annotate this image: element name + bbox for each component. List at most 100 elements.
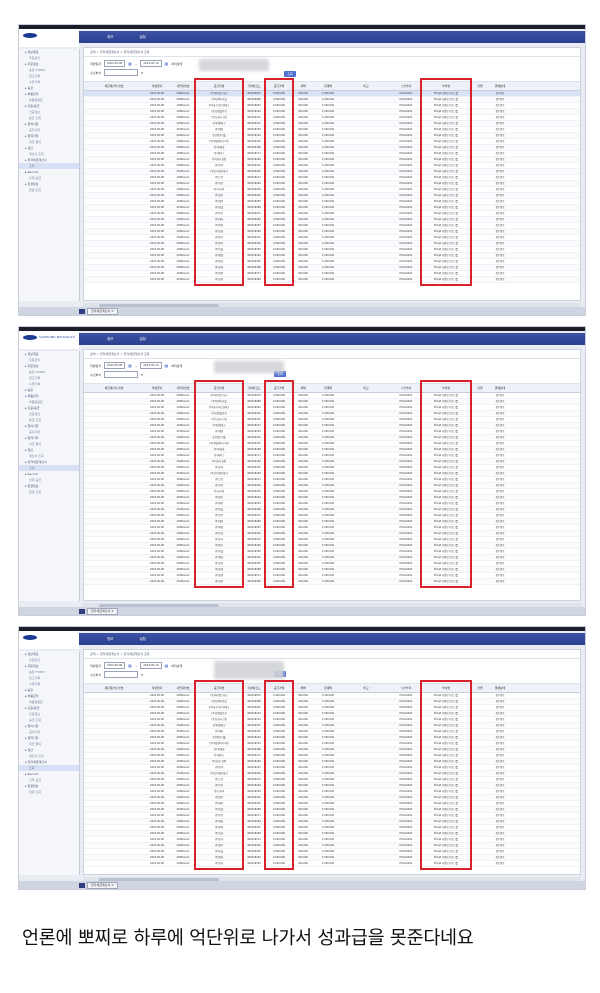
table-cell (470, 501, 490, 506)
column-header[interactable]: 수신부서 (390, 684, 422, 692)
tab-tax-invoice[interactable]: 전자세금계산서 ✕ (87, 881, 118, 889)
column-header[interactable]: 세금계산서 번호 (84, 82, 144, 90)
column-header[interactable]: 작성일자 (144, 684, 170, 692)
column-header[interactable]: 전결 (470, 384, 490, 392)
table-cell: 300016242 (247, 194, 261, 197)
column-header[interactable]: 전결 (470, 82, 490, 90)
menu-item-info[interactable]: 정보 (107, 35, 113, 40)
table-cell (84, 543, 144, 548)
column-header[interactable]: 수신부서 (390, 82, 422, 90)
table-cell: 2023-05-08 (150, 460, 164, 463)
column-header[interactable]: 사업자번호 (170, 82, 196, 90)
table-cell (342, 555, 390, 560)
table-cell (342, 109, 390, 114)
table-cell: HUG01401 (399, 706, 413, 709)
column-header[interactable]: 세액 (292, 82, 314, 90)
table-row[interactable]: 2023-05-08 3198xxxxx (주)금강 300016384 3,000,0… (84, 277, 580, 283)
table-cell: 300,000 (298, 502, 308, 505)
search-icon[interactable]: ⌕ (141, 372, 143, 377)
search-icon[interactable]: ⌕ (141, 70, 143, 75)
table-cell: 300016271 (247, 212, 261, 215)
table-cell: 3,300,000 (321, 448, 335, 451)
date-from-input[interactable]: 2023-05-08 (104, 60, 126, 67)
column-header[interactable]: 비고 (342, 82, 390, 90)
table-cell: 300016339 (247, 248, 261, 251)
table-cell (342, 501, 390, 506)
buyer-input[interactable] (104, 69, 139, 76)
table-cell: 300,000 (298, 104, 308, 107)
table-cell: 1098xxxxx (176, 454, 190, 457)
invoice-grid: 2023-05-08 2098xxxxx (주)케이랩스테크 300016070 3,0… (84, 393, 580, 585)
calendar-icon[interactable]: ▦ (165, 663, 169, 668)
date-from-input[interactable]: 2023-05-08 (104, 662, 126, 669)
table-cell (470, 579, 490, 584)
column-header[interactable]: 비고 (342, 384, 390, 392)
column-header[interactable]: 작성일자 (144, 82, 170, 90)
sidebar-item[interactable]: 환경 조회 (19, 187, 79, 193)
calendar-icon[interactable]: ▦ (165, 363, 169, 368)
tab-nav-icon[interactable] (79, 608, 85, 614)
table-cell: 3198xxxxx (176, 772, 190, 775)
column-header[interactable]: 사업자번호 (170, 384, 196, 392)
table-cell: 1098xxxxx (176, 862, 190, 865)
date-to-input[interactable]: 2023-05-10 (140, 662, 162, 669)
column-header[interactable]: 작성일자 (144, 384, 170, 392)
table-cell: 3,300,000 (321, 406, 335, 409)
table-cell (470, 495, 490, 500)
menu-item-settings[interactable]: 설정 (139, 35, 145, 40)
date-to-input[interactable]: 2023-05-10 (140, 60, 162, 67)
table-cell (470, 241, 490, 246)
date-from-input[interactable]: 2023-05-08 (104, 362, 126, 369)
column-header[interactable]: 합계액 (314, 384, 342, 392)
search-icon[interactable]: ⌕ (141, 672, 143, 677)
column-header[interactable]: 거래처코드 (242, 384, 266, 392)
table-cell: 3,300,000 (321, 742, 335, 745)
table-row[interactable]: 2023-05-08 1098xxxxx (주)진성 300016355 3,000,0… (84, 861, 580, 867)
calendar-icon[interactable]: ▦ (128, 61, 132, 66)
calendar-icon[interactable]: ▦ (128, 663, 132, 668)
column-header[interactable]: 합계액 (314, 82, 342, 90)
search-button[interactable]: 조회 (284, 71, 296, 77)
sidebar-item[interactable]: 환경 조회 (19, 489, 79, 495)
column-header[interactable]: 전결 (470, 684, 490, 692)
column-header[interactable]: 세액 (292, 684, 314, 692)
column-header[interactable]: 거래처코드 (242, 82, 266, 90)
table-cell: 300016200 (247, 772, 261, 775)
table-cell: 300,000 (298, 188, 308, 191)
column-header[interactable]: 결재상태 (490, 684, 510, 692)
table-cell (342, 789, 390, 794)
column-header[interactable]: 세금계산서 번호 (84, 684, 144, 692)
buyer-input[interactable] (104, 371, 139, 378)
table-cell (84, 735, 144, 740)
column-header[interactable]: 수신부서 (390, 384, 422, 392)
menu-item-info[interactable]: 정보 (107, 637, 113, 642)
sidebar-item[interactable]: 환경 조회 (19, 789, 79, 795)
top-menu-bar: 정보 설정 (79, 31, 585, 43)
menu-item-settings[interactable]: 설정 (139, 637, 145, 642)
column-header[interactable]: 세금계산서 번호 (84, 384, 144, 392)
table-cell (470, 259, 490, 264)
tab-nav-icon[interactable] (79, 308, 85, 314)
table-cell: 300,000 (298, 766, 308, 769)
column-header[interactable]: 사업자번호 (170, 684, 196, 692)
column-header[interactable]: 결재상태 (490, 82, 510, 90)
status-label: 처리상태 (171, 663, 183, 668)
tab-nav-icon[interactable] (79, 882, 85, 888)
table-row[interactable]: 2023-05-08 3198xxxxx (주)금강 300016384 3,000,0… (84, 579, 580, 585)
column-header[interactable]: 합계액 (314, 684, 342, 692)
column-header[interactable]: 결재상태 (490, 384, 510, 392)
column-header[interactable]: 세액 (292, 384, 314, 392)
date-to-input[interactable]: 2023-05-10 (140, 362, 162, 369)
tab-tax-invoice[interactable]: 전자세금계산서 ✕ (87, 307, 118, 315)
calendar-icon[interactable]: ▦ (128, 363, 132, 368)
menu-item-settings[interactable]: 설정 (139, 337, 145, 342)
column-header[interactable]: 비고 (342, 684, 390, 692)
table-cell: 접수완료 (495, 532, 505, 535)
tab-tax-invoice[interactable]: 전자세금계산서 ✕ (87, 607, 118, 615)
calendar-icon[interactable]: ▦ (165, 61, 169, 66)
table-cell (470, 699, 490, 704)
column-header[interactable]: 거래처코드 (242, 684, 266, 692)
table-cell: HUG01401 (399, 188, 413, 191)
buyer-input[interactable] (104, 671, 139, 678)
menu-item-info[interactable]: 정보 (107, 337, 113, 342)
